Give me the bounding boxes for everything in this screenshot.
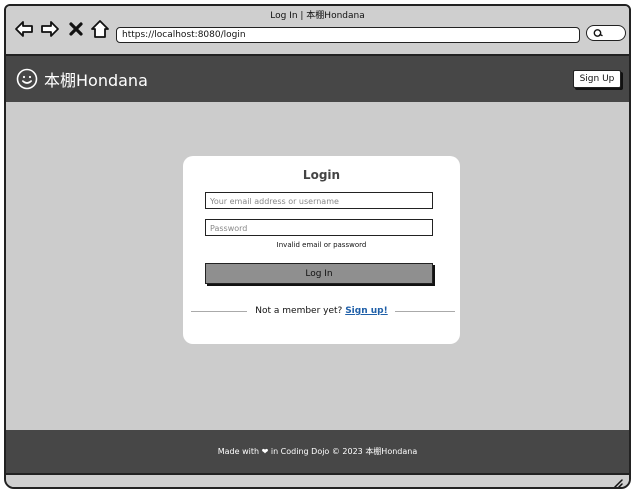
- arrow-right-icon: [41, 21, 59, 37]
- close-icon: [69, 22, 83, 36]
- smiley-icon: [16, 68, 38, 90]
- resize-grip-icon[interactable]: [611, 477, 623, 489]
- password-input[interactable]: Password: [205, 219, 433, 236]
- signup-button[interactable]: Sign Up: [573, 70, 621, 88]
- login-error-message: Invalid email or password: [276, 241, 367, 249]
- home-icon: [91, 20, 109, 38]
- email-input[interactable]: Your email address or username: [205, 192, 433, 209]
- member-prompt-row: Not a member yet? Sign up!: [183, 306, 460, 316]
- brand-home-link[interactable]: 本棚Hondana: [16, 67, 148, 91]
- arrow-left-icon: [15, 21, 33, 37]
- browser-status-bar: [6, 473, 629, 489]
- footer-text: Made with ❤ in Coding Dojo © 2023 本棚Hond…: [217, 447, 418, 456]
- login-title: Login: [302, 168, 341, 182]
- stop-button[interactable]: [66, 19, 86, 39]
- browser-window: Log In | 本棚Hondana https://localhost:808…: [4, 4, 631, 489]
- search-button[interactable]: [586, 25, 626, 41]
- footer: Made with ❤ in Coding Dojo © 2023 本棚Hond…: [6, 430, 629, 473]
- brand-name: 本棚Hondana: [44, 71, 148, 90]
- home-button[interactable]: [90, 19, 110, 39]
- back-button[interactable]: [14, 19, 34, 39]
- signup-link[interactable]: Sign up!: [345, 306, 388, 316]
- browser-chrome: Log In | 本棚Hondana https://localhost:808…: [6, 6, 629, 56]
- search-icon: [593, 29, 603, 37]
- forward-button[interactable]: [40, 19, 60, 39]
- login-card: Login Your email address or username Pas…: [183, 156, 460, 344]
- login-button[interactable]: Log In: [205, 263, 433, 284]
- app-header: 本棚Hondana Sign Up: [6, 56, 629, 102]
- url-bar[interactable]: https://localhost:8080/login: [116, 27, 580, 43]
- member-prompt-text: Not a member yet?: [255, 306, 343, 316]
